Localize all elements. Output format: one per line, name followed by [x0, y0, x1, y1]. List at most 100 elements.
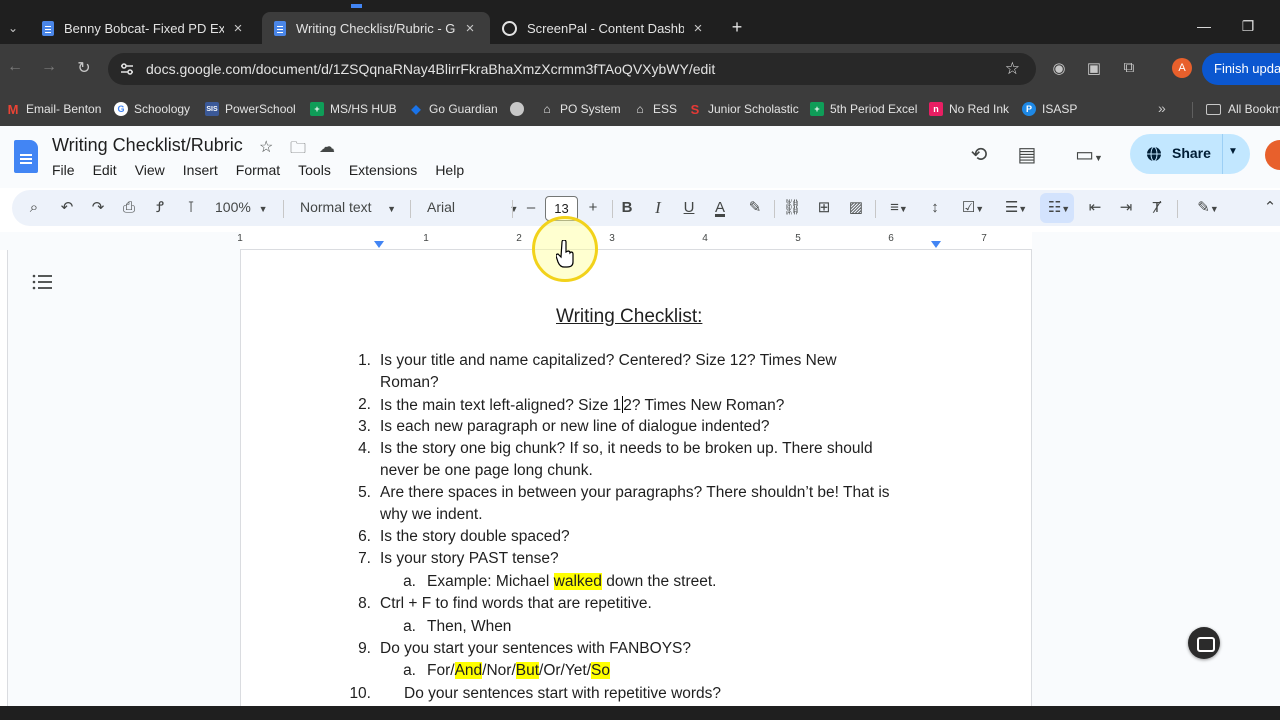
list-number: 3.: [358, 418, 371, 435]
bookmark-go-guardian[interactable]: ◆ Go Guardian: [409, 98, 498, 120]
menu-file[interactable]: File: [52, 162, 81, 178]
decrease-indent-icon[interactable]: ⇤: [1085, 198, 1105, 218]
bulleted-list-icon[interactable]: ☰▼: [1000, 198, 1032, 218]
extension-icon[interactable]: ◉: [1050, 59, 1068, 77]
align-icon[interactable]: ≡▼: [884, 198, 914, 218]
highlighted-text: But: [515, 662, 540, 679]
document-outline-icon[interactable]: [32, 272, 54, 292]
bookmark-star-icon[interactable]: ☆: [1005, 59, 1020, 79]
underline-button[interactable]: U: [679, 198, 699, 218]
undo-icon[interactable]: ↶: [57, 198, 77, 218]
bookmark-ms-hs-hub[interactable]: + MS/HS HUB: [310, 98, 397, 120]
chevron-more-icon[interactable]: »: [1158, 100, 1166, 116]
increase-font-size-button[interactable]: +: [583, 198, 603, 218]
version-history-icon[interactable]: ⟲: [966, 142, 992, 168]
redo-icon[interactable]: ↷: [88, 198, 108, 218]
close-icon[interactable]: ×: [690, 20, 706, 37]
all-bookmarks[interactable]: All Bookmarks: [1206, 98, 1280, 120]
document-title[interactable]: Writing Checklist/Rubric: [52, 135, 243, 156]
insert-link-icon[interactable]: ⛓: [782, 198, 802, 218]
address-bar[interactable]: docs.google.com/document/d/1ZSQqnaRNay4B…: [108, 53, 1036, 85]
bookmark-email[interactable]: M Email- Benton: [6, 98, 101, 120]
chevron-up-icon[interactable]: ⌃: [1262, 198, 1278, 218]
insert-image-icon[interactable]: ▨: [846, 198, 866, 218]
close-icon[interactable]: ×: [230, 20, 246, 37]
style-select[interactable]: Normal text ▼: [300, 199, 396, 215]
divider: [1177, 200, 1178, 218]
spellcheck-icon[interactable]: Ꝭ: [150, 198, 170, 218]
add-comment-icon[interactable]: ⊞: [814, 198, 834, 218]
move-folder-icon[interactable]: 🗀: [290, 137, 306, 164]
url-text: docs.google.com/document/d/1ZSQqnaRNay4B…: [146, 61, 716, 77]
google-icon: G: [114, 102, 128, 116]
menu-help[interactable]: Help: [435, 162, 470, 178]
reload-icon[interactable]: ↻: [73, 58, 95, 78]
list-number: 5.: [358, 484, 371, 501]
screenpal-control-button[interactable]: [1188, 627, 1220, 659]
restore-icon[interactable]: ❐: [1238, 18, 1258, 35]
bookmark-label: Go Guardian: [429, 102, 498, 116]
bookmark-powerschool[interactable]: SIS PowerSchool: [205, 98, 296, 120]
font-select[interactable]: Arial ▼: [427, 199, 518, 215]
bookmark-po-system[interactable]: ⌂ PO System: [540, 98, 621, 120]
text-color-button[interactable]: A: [710, 198, 730, 218]
menu-edit[interactable]: Edit: [93, 162, 123, 178]
cloud-saved-icon[interactable]: ☁: [319, 137, 335, 157]
print-icon[interactable]: ⎙: [119, 198, 139, 218]
tab-benny-bobcat[interactable]: Benny Bobcat- Fixed PD Examp ×: [30, 14, 258, 42]
right-indent-marker[interactable]: [931, 241, 941, 248]
highlight-color-icon[interactable]: ✎: [745, 198, 765, 218]
forward-icon[interactable]: →: [38, 58, 60, 76]
list-item: Is each new paragraph or new line of dia…: [380, 418, 770, 435]
bookmark-globe[interactable]: [510, 98, 530, 120]
profile-avatar[interactable]: A: [1172, 58, 1192, 78]
bookmark-ess[interactable]: ⌂ ESS: [633, 98, 677, 120]
bookmark-junior-scholastic[interactable]: S Junior Scholastic: [688, 98, 799, 120]
divider: [774, 200, 775, 218]
star-icon[interactable]: ☆: [259, 137, 273, 157]
menu-format[interactable]: Format: [236, 162, 286, 178]
menu-tools[interactable]: Tools: [298, 162, 337, 178]
tab-title: Benny Bobcat- Fixed PD Examp: [64, 20, 224, 36]
menu-extensions[interactable]: Extensions: [349, 162, 423, 178]
tab-screenpal[interactable]: ScreenPal - Content Dashboard ×: [490, 14, 718, 42]
finish-update-button[interactable]: Finish update: [1202, 53, 1280, 85]
first-line-indent-marker[interactable]: [351, 4, 362, 8]
site-info-icon[interactable]: [120, 62, 134, 76]
screenpal-icon: [502, 20, 517, 36]
line-spacing-icon[interactable]: ↕: [925, 198, 945, 218]
bookmark-schoology[interactable]: G Schoology: [114, 98, 190, 120]
tab-search-button[interactable]: ⌄: [0, 12, 26, 44]
left-indent-marker[interactable]: [374, 241, 384, 248]
paint-format-icon[interactable]: ⊺: [181, 198, 201, 218]
menu-view[interactable]: View: [135, 162, 171, 178]
clear-formatting-icon[interactable]: Ⱦ: [1147, 198, 1167, 218]
decrease-font-size-button[interactable]: –: [521, 198, 541, 218]
google-docs-logo-icon[interactable]: [14, 140, 38, 173]
share-button[interactable]: Share ▼: [1130, 134, 1250, 174]
tab-writing-checklist[interactable]: Writing Checklist/Rubric - Goog ×: [262, 12, 490, 44]
zoom-select[interactable]: 100% ▼: [215, 199, 268, 215]
back-icon[interactable]: ←: [4, 58, 26, 76]
comments-icon[interactable]: ▤: [1014, 142, 1040, 168]
bookmark-5th-period-excel[interactable]: + 5th Period Excel: [810, 98, 917, 120]
chevron-down-icon[interactable]: ▼: [1228, 146, 1238, 157]
numbered-list-icon[interactable]: ☷▼: [1044, 198, 1074, 218]
checklist-icon[interactable]: ☑▼: [957, 198, 989, 218]
puzzle-icon[interactable]: ⧉: [1120, 59, 1138, 77]
horizontal-ruler[interactable]: 1 1 2 3 4 5 6 7: [237, 232, 1032, 250]
menu-insert[interactable]: Insert: [183, 162, 224, 178]
new-tab-button[interactable]: +: [728, 18, 746, 38]
minimize-icon[interactable]: —: [1194, 18, 1214, 34]
avatar[interactable]: [1265, 140, 1280, 170]
editing-mode-icon[interactable]: ✎▼: [1192, 198, 1224, 218]
meet-icon[interactable]: ▭▼: [1068, 142, 1110, 168]
bookmark-no-red-ink[interactable]: n No Red Ink: [929, 98, 1009, 120]
close-icon[interactable]: ×: [462, 20, 478, 37]
italic-button[interactable]: I: [648, 198, 668, 218]
search-menus-icon[interactable]: ⌕: [24, 198, 44, 218]
bookmark-isasp[interactable]: P ISASP: [1022, 98, 1077, 120]
bold-button[interactable]: B: [617, 198, 637, 218]
increase-indent-icon[interactable]: ⇥: [1116, 198, 1136, 218]
extension-icon[interactable]: ▣: [1085, 59, 1103, 77]
